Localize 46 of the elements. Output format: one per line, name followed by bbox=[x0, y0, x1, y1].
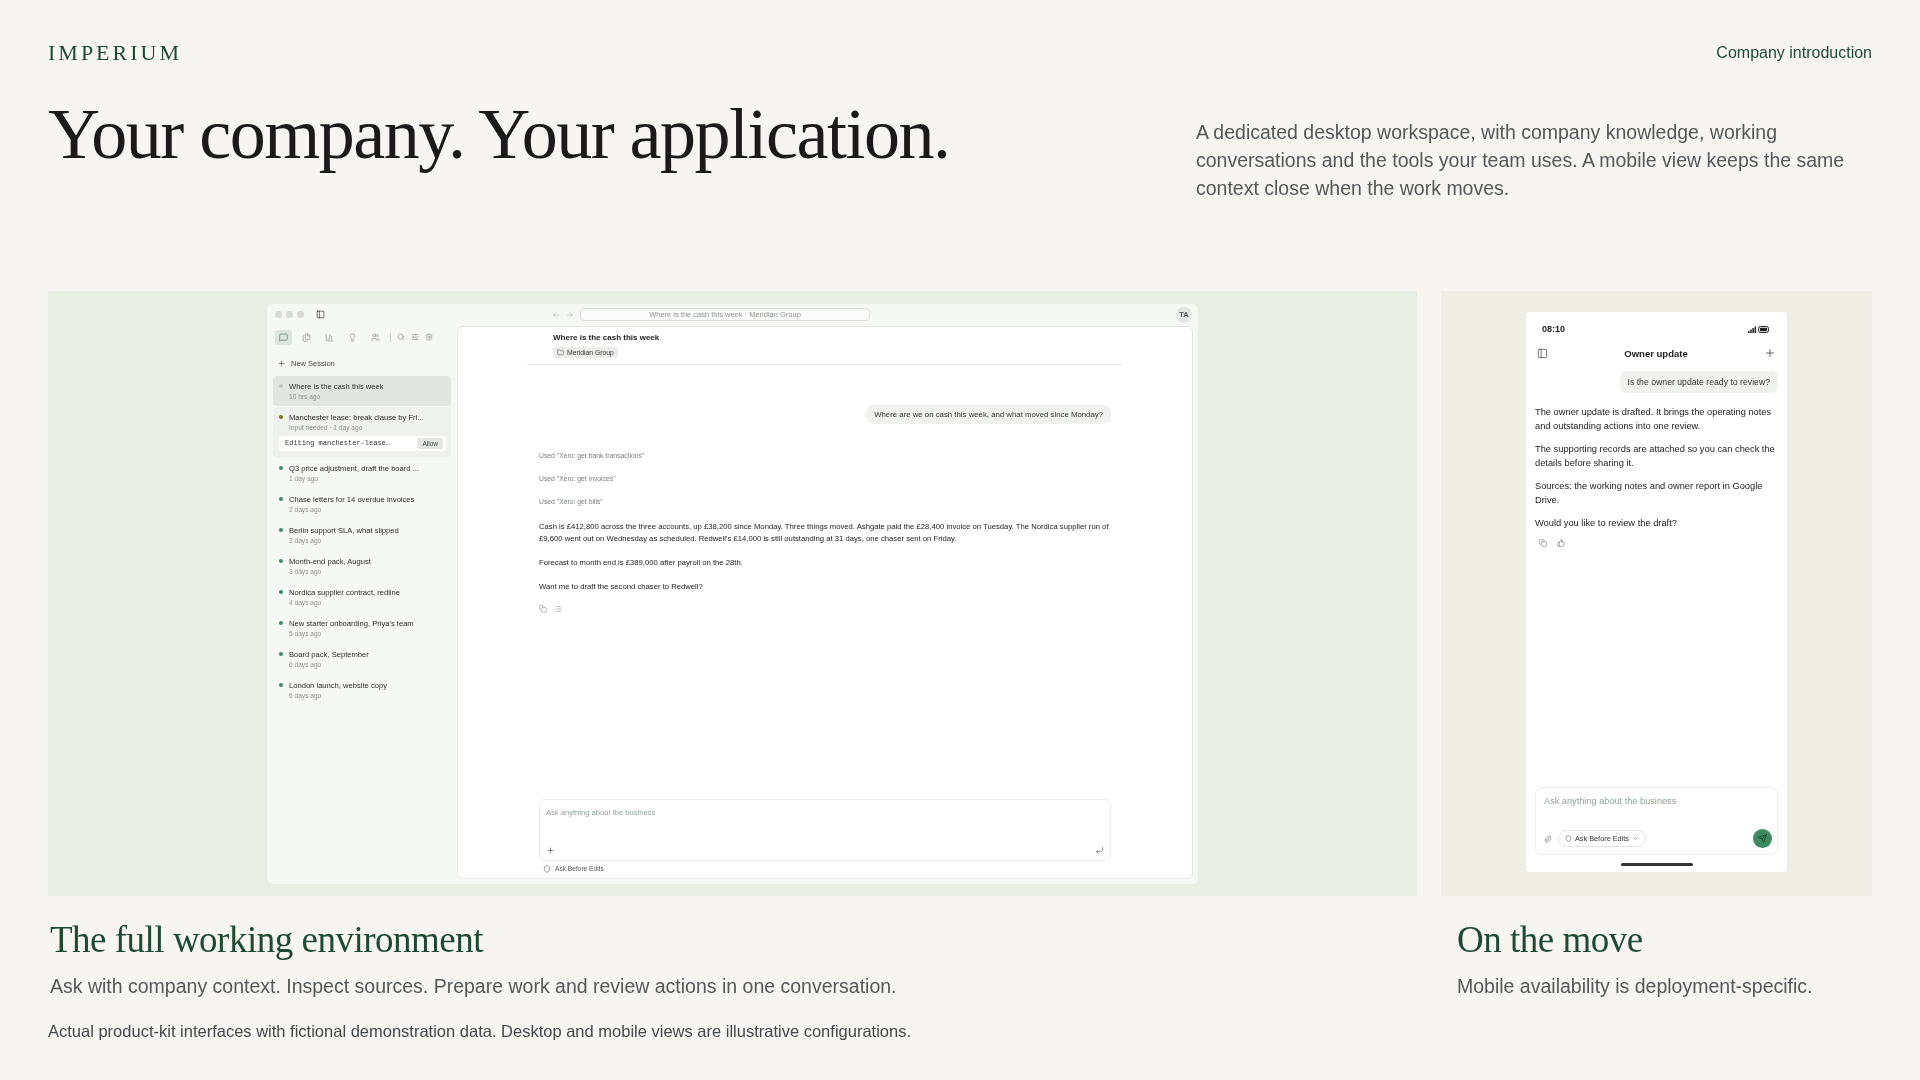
chat-icon bbox=[279, 332, 288, 342]
lightbulb-icon bbox=[348, 332, 357, 342]
company-introduction-link[interactable]: Company introduction bbox=[1716, 44, 1872, 62]
section-title: On the move bbox=[1457, 918, 1644, 961]
shield-icon bbox=[543, 864, 551, 873]
chart-icon bbox=[325, 332, 334, 342]
logo: IMPERIUM bbox=[48, 40, 182, 66]
sidebar-toggle-icon bbox=[316, 310, 325, 319]
shield-icon bbox=[1565, 835, 1572, 842]
search-icon bbox=[397, 333, 405, 341]
section-description: Ask with company context. Inspect sources. Prepare work and review actions in one conversation. bbox=[50, 975, 898, 998]
reply-paragraph: Sources: the working notes and owner report in Google Drive. bbox=[1535, 480, 1764, 507]
sliders-icon bbox=[411, 333, 419, 341]
hero-description: A dedicated desktop workspace, with company knowledge, working conversations and the tools your team uses. A mobile view keeps the same context close when the work moves. bbox=[1196, 120, 1846, 201]
plus-icon bbox=[277, 358, 286, 368]
copy-icon bbox=[539, 604, 547, 613]
settings-icon bbox=[425, 333, 433, 341]
enter-icon bbox=[1095, 845, 1104, 855]
new-chat-icon bbox=[1764, 347, 1776, 359]
hero-title: Your company. Your application. bbox=[48, 98, 950, 176]
thumbs-up-icon bbox=[1557, 539, 1565, 547]
copy-icon bbox=[1539, 539, 1547, 547]
send-button[interactable] bbox=[1753, 829, 1772, 848]
reply-paragraph: The supporting records are attached so you can check the details before sharing it. bbox=[1535, 443, 1776, 470]
footnote: Actual product-kit interfaces with fictional demonstration data. Desktop and mobile views are illustrative configurations. bbox=[48, 1022, 912, 1041]
reply-paragraph: The owner update is drafted. It brings the operating notes and outstanding actions into one review. bbox=[1535, 406, 1773, 433]
section-title: The full working environment bbox=[50, 918, 485, 961]
sidebar-toggle-icon bbox=[1537, 347, 1548, 359]
status-icons bbox=[1748, 325, 1770, 333]
list-icon bbox=[554, 604, 562, 613]
paperclip-icon bbox=[1544, 834, 1552, 843]
reply-paragraph: Would you like to review the draft? bbox=[1535, 517, 1678, 530]
back-icon bbox=[552, 310, 560, 319]
send-icon bbox=[1758, 834, 1767, 843]
forward-icon bbox=[566, 310, 574, 319]
chevron-down-icon bbox=[1631, 835, 1639, 842]
nav-tab[interactable] bbox=[275, 329, 292, 345]
chat-title: Where is the cash this week bbox=[552, 332, 661, 342]
user-message: Is the owner update ready to review? bbox=[1619, 371, 1778, 393]
files-icon bbox=[302, 332, 311, 342]
plus-icon bbox=[546, 845, 555, 855]
section-description: Mobile availability is deployment-specific. bbox=[1457, 975, 1814, 998]
folder-icon bbox=[557, 348, 564, 356]
conversation-title: Owner update bbox=[1624, 347, 1688, 359]
status-time: 08:10 bbox=[1542, 324, 1566, 334]
team-icon bbox=[371, 332, 380, 342]
